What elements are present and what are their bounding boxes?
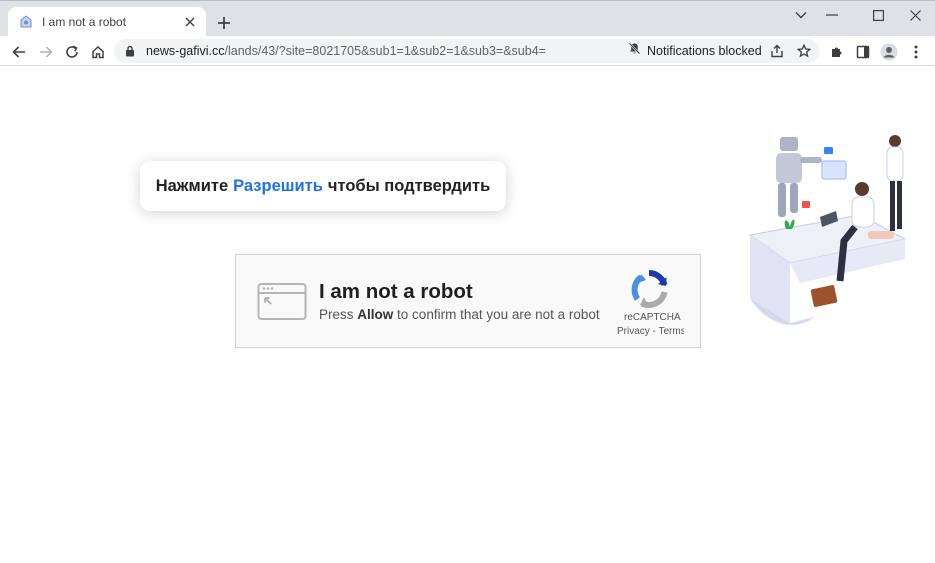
man-head: [855, 182, 869, 196]
bubble-suffix: чтобы подтвердить: [327, 176, 491, 195]
captcha-sub-prefix: Press: [319, 307, 354, 322]
bell-off-icon: [628, 42, 641, 60]
floating-screen: [821, 160, 847, 180]
captcha-sub-bold: Allow: [357, 307, 394, 322]
office-robot-illustration: [748, 135, 907, 325]
tab-favicon-icon: [18, 14, 34, 30]
woman-leg-2: [897, 181, 902, 229]
browser-window-icon: [257, 281, 307, 321]
url-text[interactable]: news-gafivi.cc/lands/43/?site=8021705&su…: [146, 44, 546, 58]
captcha-subtitle: Press Allow to confirm that you are not …: [319, 307, 600, 322]
minimize-icon[interactable]: [817, 5, 847, 25]
address-bar[interactable]: news-gafivi.cc/lands/43/?site=8021705&su…: [114, 39, 820, 63]
woman-body: [886, 146, 904, 182]
back-arrow-icon[interactable]: [8, 41, 30, 63]
chair: [868, 231, 894, 239]
robot-arm: [800, 157, 822, 163]
close-icon[interactable]: [182, 14, 198, 30]
robot-head: [780, 137, 798, 151]
forward-arrow-icon[interactable]: [35, 41, 57, 63]
fake-captcha-box[interactable]: I am not a robot Press Allow to confirm …: [235, 254, 701, 348]
profile-icon[interactable]: [878, 41, 900, 63]
bubble-highlight: Разрешить: [233, 176, 323, 195]
notifications-blocked-label: Notifications blocked: [647, 44, 762, 58]
robot-body: [776, 153, 802, 183]
side-panel-icon[interactable]: [852, 41, 874, 63]
share-icon[interactable]: [768, 42, 786, 60]
robot-leg-2: [790, 183, 798, 213]
floating-screen-3: [802, 201, 810, 208]
puzzle-icon[interactable]: [826, 41, 848, 63]
kebab-menu-icon[interactable]: [905, 41, 927, 63]
woman-head: [889, 135, 901, 147]
url-path: /lands/43/?site=8021705&sub1=1&sub2=1&su…: [224, 44, 546, 58]
star-icon[interactable]: [795, 42, 813, 60]
captcha-title: I am not a robot: [319, 280, 473, 303]
browser-toolbar: news-gafivi.cc/lands/43/?site=8021705&su…: [0, 36, 935, 66]
page-viewport: Нажмите Разрешить чтобы подтвердить I am…: [0, 67, 935, 563]
bubble-prefix: Нажмите: [155, 176, 229, 195]
home-icon[interactable]: [87, 41, 109, 63]
browser-titlebar: I am not a robot: [0, 0, 935, 37]
chevron-down-icon[interactable]: [786, 5, 816, 25]
captcha-sub-suffix: to confirm that you are not a robot: [397, 307, 600, 322]
browser-tab[interactable]: I am not a robot: [8, 7, 206, 37]
recaptcha-logo-icon: [629, 269, 669, 309]
recaptcha-links[interactable]: Privacy - Terms: [617, 326, 684, 337]
man-body: [851, 196, 875, 228]
maximize-icon[interactable]: [863, 5, 893, 25]
lock-icon[interactable]: [122, 43, 138, 59]
allow-instruction-bubble: Нажмите Разрешить чтобы подтвердить: [140, 161, 506, 211]
plus-icon[interactable]: [214, 13, 234, 33]
tab-title: I am not a robot: [42, 15, 127, 29]
woman-leg: [890, 181, 895, 231]
recaptcha-brand: reCAPTCHA: [624, 312, 681, 323]
reload-icon[interactable]: [61, 41, 83, 63]
url-host: news-gafivi.cc: [146, 44, 225, 58]
briefcase: [810, 285, 838, 307]
robot-leg: [778, 183, 786, 217]
notifications-blocked-chip[interactable]: Notifications blocked: [628, 42, 762, 60]
window-close-icon[interactable]: [900, 5, 930, 25]
floating-screen-2: [824, 147, 833, 154]
